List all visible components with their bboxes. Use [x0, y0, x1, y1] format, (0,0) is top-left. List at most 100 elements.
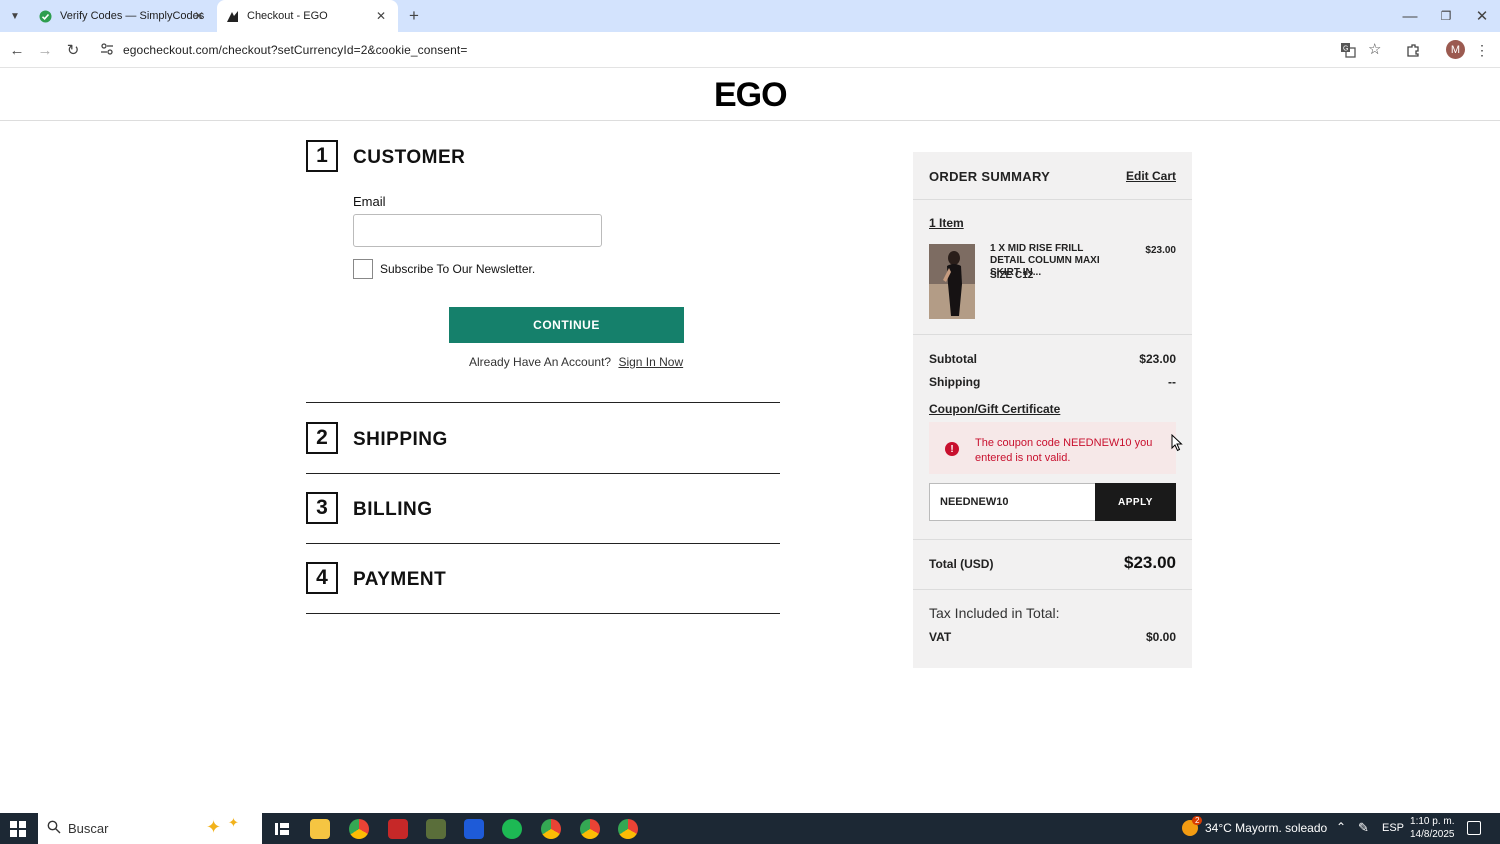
back-arrow-icon[interactable]: ← — [7, 40, 27, 60]
order-summary-title: ORDER SUMMARY — [929, 169, 1051, 184]
step-number: 1 — [306, 140, 338, 172]
browser-menu-icon[interactable]: ⋮ — [1472, 40, 1492, 60]
coupon-error-alert: ! The coupon code NEEDNEW10 you entered … — [929, 422, 1176, 474]
clock-date: 14/8/2025 — [1410, 829, 1455, 840]
vat-value: $0.00 — [1145, 630, 1176, 644]
coupon-error-message: The coupon code NEEDNEW10 you entered is… — [975, 437, 1153, 464]
step-number: 4 — [306, 562, 338, 594]
forward-arrow-icon[interactable]: → — [35, 40, 55, 60]
tab-search-chevron-icon[interactable]: ▼ — [5, 6, 25, 26]
coupon-toggle-link[interactable]: Coupon/Gift Certificate — [929, 402, 1060, 416]
divider — [913, 334, 1192, 335]
avatar[interactable]: M — [1446, 40, 1465, 59]
divider — [306, 613, 780, 614]
account-prompt-text: Already Have An Account? — [469, 355, 612, 369]
simplycodes-favicon-icon — [38, 9, 52, 23]
sign-in-link[interactable]: Sign In Now — [618, 355, 683, 369]
account-prompt: Already Have An Account? Sign In Now — [469, 355, 683, 369]
site-header: EGO — [0, 68, 1500, 121]
taskbar-search[interactable]: Buscar ✦ ✦ — [38, 813, 262, 844]
show-hidden-icons-chevron-icon[interactable]: ⌃ — [1336, 820, 1346, 834]
tab-title: Checkout - EGO — [247, 10, 328, 22]
language-indicator[interactable]: ESP — [1382, 822, 1404, 834]
newsletter-checkbox[interactable] — [353, 259, 373, 279]
newsletter-label: Subscribe To Our Newsletter. — [380, 262, 536, 276]
email-field[interactable] — [353, 214, 602, 247]
step-title: CUSTOMER — [353, 147, 466, 168]
file-explorer-icon[interactable] — [310, 819, 330, 839]
step-title: BILLING — [353, 499, 433, 520]
item-count-toggle[interactable]: 1 Item — [929, 216, 964, 230]
divider — [306, 402, 780, 403]
divider — [913, 539, 1192, 540]
mouse-cursor-icon — [1171, 434, 1183, 452]
clock-time: 1:10 p. m. — [1410, 816, 1455, 827]
app-red-icon[interactable] — [388, 819, 408, 839]
chrome-profile-icon[interactable] — [541, 819, 561, 839]
tab-simplycodes[interactable]: Verify Codes — SimplyCodes ✕ — [30, 0, 216, 32]
divider — [913, 199, 1192, 200]
shipping-value: -- — [1168, 375, 1176, 389]
notifications-icon[interactable] — [1467, 821, 1481, 835]
new-tab-icon[interactable]: + — [404, 6, 424, 26]
total-value: $23.00 — [1124, 553, 1176, 572]
divider — [306, 473, 780, 474]
coupon-code-input[interactable] — [929, 483, 1096, 521]
tab-checkout-ego[interactable]: Checkout - EGO ✕ — [217, 0, 398, 32]
ego-favicon-icon — [225, 9, 239, 23]
browser-toolbar: ← → ↻ egocheckout.com/checkout?setCurren… — [0, 32, 1500, 68]
app-game-icon[interactable] — [426, 819, 446, 839]
copilot-sparkle-icon: ✦ — [206, 817, 222, 837]
product-image — [929, 244, 975, 319]
step-title: PAYMENT — [353, 569, 447, 590]
extensions-puzzle-icon[interactable] — [1403, 40, 1423, 60]
shipping-label: Shipping — [929, 375, 981, 389]
product-size: SIZE C12 — [990, 270, 1034, 281]
app-blue-icon[interactable] — [464, 819, 484, 839]
spotify-icon[interactable] — [502, 819, 522, 839]
step-number: 2 — [306, 422, 338, 454]
site-info-icon[interactable] — [100, 42, 114, 61]
task-view-icon[interactable] — [272, 819, 292, 839]
continue-button[interactable]: CONTINUE — [449, 307, 684, 343]
windows-taskbar: Buscar ✦ ✦ 2 34°C Mayorm. soleado ⌃ ✎ ES… — [0, 813, 1500, 844]
system-clock[interactable]: 1:10 p. m. 14/8/2025 — [1410, 815, 1455, 841]
address-bar[interactable]: egocheckout.com/checkout?setCurrencyId=2… — [92, 36, 1392, 64]
bookmark-star-icon[interactable]: ☆ — [1368, 40, 1381, 58]
total-label: Total (USD) — [929, 557, 994, 571]
close-window-icon[interactable]: ✕ — [1472, 6, 1492, 26]
close-tab-icon[interactable]: ✕ — [376, 9, 386, 23]
subtotal-label: Subtotal — [929, 352, 977, 366]
weather-text[interactable]: 34°C Mayorm. soleado — [1205, 821, 1327, 835]
tab-title: Verify Codes — SimplyCodes — [60, 10, 205, 22]
apply-coupon-button[interactable]: APPLY — [1095, 483, 1176, 521]
reload-icon[interactable]: ↻ — [63, 40, 83, 60]
vat-label: VAT — [929, 630, 952, 644]
step-number: 3 — [306, 492, 338, 524]
minimize-window-icon[interactable]: — — [1400, 6, 1420, 26]
product-price: $23.00 — [1145, 245, 1176, 256]
translate-icon[interactable]: G — [1340, 42, 1356, 63]
chrome-active-icon[interactable] — [580, 819, 600, 839]
weather-badge: 2 — [1192, 816, 1203, 825]
tax-label: Tax Included in Total: — [929, 605, 1060, 621]
close-tab-icon[interactable]: ✕ — [194, 9, 204, 23]
browser-tab-bar: ▼ Verify Codes — SimplyCodes ✕ Checkout … — [0, 0, 1500, 32]
sparkle-icon: ✦ — [228, 815, 239, 830]
chrome-other-icon[interactable] — [618, 819, 638, 839]
step-title: SHIPPING — [353, 429, 448, 450]
chrome-icon[interactable] — [349, 819, 369, 839]
restore-window-icon[interactable]: ❐ — [1436, 6, 1456, 26]
url-text: egocheckout.com/checkout?setCurrencyId=2… — [123, 43, 468, 57]
search-placeholder: Buscar — [68, 821, 109, 836]
divider — [913, 589, 1192, 590]
edit-cart-link[interactable]: Edit Cart — [1126, 169, 1176, 183]
divider — [306, 543, 780, 544]
ego-logo[interactable]: EGO — [714, 76, 788, 115]
pen-icon[interactable]: ✎ — [1358, 820, 1369, 836]
svg-text:G: G — [1343, 46, 1348, 53]
error-alert-icon: ! — [945, 442, 959, 456]
windows-start-icon[interactable] — [10, 821, 26, 837]
search-icon — [47, 820, 61, 839]
email-label: Email — [353, 194, 386, 209]
